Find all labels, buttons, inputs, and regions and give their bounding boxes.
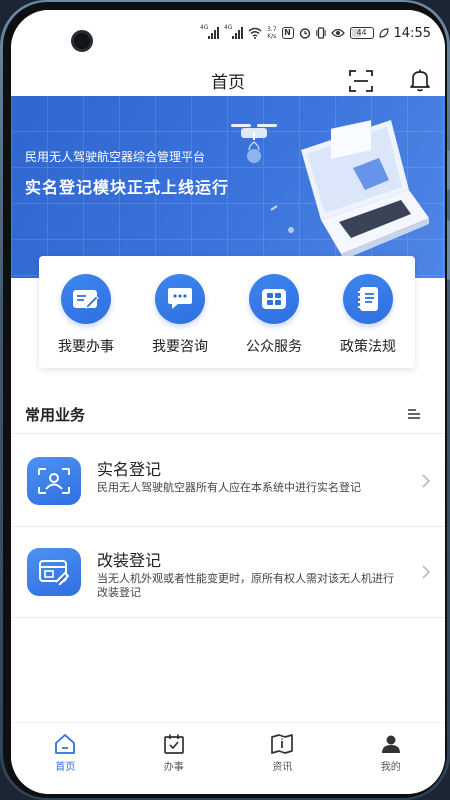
bell-icon[interactable] xyxy=(409,68,431,92)
list-sort-icon[interactable] xyxy=(407,408,421,420)
quick-action-policy[interactable]: 政策法规 xyxy=(324,274,412,356)
phone-frame: 4G 4G 3.7 K/s N 44 14:55 首页 民用无人驾驶航空器综合管… xyxy=(0,0,450,800)
phone-bezel: 4G 4G 3.7 K/s N 44 14:55 首页 民用无人驾驶航空器综合管… xyxy=(3,2,447,798)
grid-apps-icon xyxy=(249,274,299,324)
eye-comfort-icon xyxy=(330,28,345,38)
battery-level: 44 xyxy=(356,28,367,37)
business-item-description: 当无人机外观或者性能变更时，原所有权人需对该无人机进行改装登记 xyxy=(97,572,394,599)
status-icons: 4G 4G 3.7 K/s N 44 14:55 xyxy=(200,24,431,41)
drone-laptop-illustration xyxy=(231,120,429,260)
section-title: 常用业务 xyxy=(25,406,86,424)
banner-headline: 实名登记模块正式上线运行 xyxy=(25,178,230,197)
signal-icon: 4G xyxy=(200,24,219,39)
quick-action-public-service[interactable]: 公众服务 xyxy=(230,274,318,356)
business-item-real-name[interactable]: 实名登记 民用无人驾驶航空器所有人应在本系统中进行实名登记 xyxy=(11,436,445,527)
status-bar: 4G 4G 3.7 K/s N 44 14:55 xyxy=(11,10,445,52)
leaf-icon xyxy=(378,28,389,38)
battery-icon: 44 xyxy=(349,27,374,39)
tab-label: 我的 xyxy=(380,762,401,773)
tab-label: 首页 xyxy=(55,762,76,773)
scan-icon[interactable] xyxy=(349,70,373,92)
banner-subtitle: 民用无人驾驶航空器综合管理平台 xyxy=(25,150,206,164)
calendar-check-icon xyxy=(163,734,184,754)
network-type-label: 4G xyxy=(199,24,209,31)
quick-action-label: 我要办事 xyxy=(58,339,114,355)
business-item-description: 民用无人驾驶航空器所有人应在本系统中进行实名登记 xyxy=(97,481,361,494)
quick-action-label: 公众服务 xyxy=(246,339,302,355)
quick-actions-card: 我要办事 我要咨询 公众服务 政策法规 xyxy=(39,256,415,368)
business-item-modification[interactable]: 改装登记 当无人机外观或者性能变更时，原所有权人需对该无人机进行改装登记 xyxy=(11,527,445,618)
id-profile-icon xyxy=(27,457,81,505)
tab-label: 办事 xyxy=(163,762,184,773)
page-title: 首页 xyxy=(211,73,245,93)
alarm-icon xyxy=(299,28,310,39)
edit-document-icon xyxy=(61,274,111,324)
nfc-icon: N xyxy=(281,27,294,39)
quick-action-consult[interactable]: 我要咨询 xyxy=(136,274,224,356)
signal-icon: 4G xyxy=(224,24,243,39)
front-camera xyxy=(71,30,93,52)
business-item-title: 改装登记 xyxy=(97,551,162,570)
bottom-tab-bar: 首页 办事 资讯 我的 xyxy=(11,722,445,794)
screen: 4G 4G 3.7 K/s N 44 14:55 首页 民用无人驾驶航空器综合管… xyxy=(11,10,445,794)
network-type-label: 4G xyxy=(223,24,233,31)
home-icon xyxy=(55,734,76,754)
wifi-icon xyxy=(248,27,262,39)
speed-unit: K/s xyxy=(267,33,277,40)
vibrate-icon xyxy=(315,27,326,39)
promo-banner[interactable]: 民用无人驾驶航空器综合管理平台 实名登记模块正式上线运行 xyxy=(11,96,445,278)
quick-action-label: 我要咨询 xyxy=(152,339,208,355)
speed-value: 3.7 xyxy=(266,26,277,33)
tab-affairs[interactable]: 办事 xyxy=(134,723,214,794)
tab-news[interactable]: 资讯 xyxy=(242,723,322,794)
chevron-right-icon xyxy=(422,474,431,488)
modify-edit-icon xyxy=(27,548,81,596)
notebook-icon xyxy=(343,274,393,324)
person-icon xyxy=(381,735,400,753)
open-book-icon xyxy=(271,734,294,754)
tab-home[interactable]: 首页 xyxy=(25,723,105,794)
common-business-header: 常用业务 xyxy=(11,394,445,434)
tab-label: 资讯 xyxy=(272,762,293,773)
quick-action-label: 政策法规 xyxy=(340,339,396,355)
tab-mine[interactable]: 我的 xyxy=(351,723,431,794)
status-time: 14:55 xyxy=(393,25,431,41)
quick-action-handle-affairs[interactable]: 我要办事 xyxy=(42,274,130,356)
business-item-title: 实名登记 xyxy=(97,460,162,479)
chevron-right-icon xyxy=(422,565,431,579)
network-speed: 3.7 K/s xyxy=(267,26,277,40)
chat-bubble-icon xyxy=(155,274,205,324)
